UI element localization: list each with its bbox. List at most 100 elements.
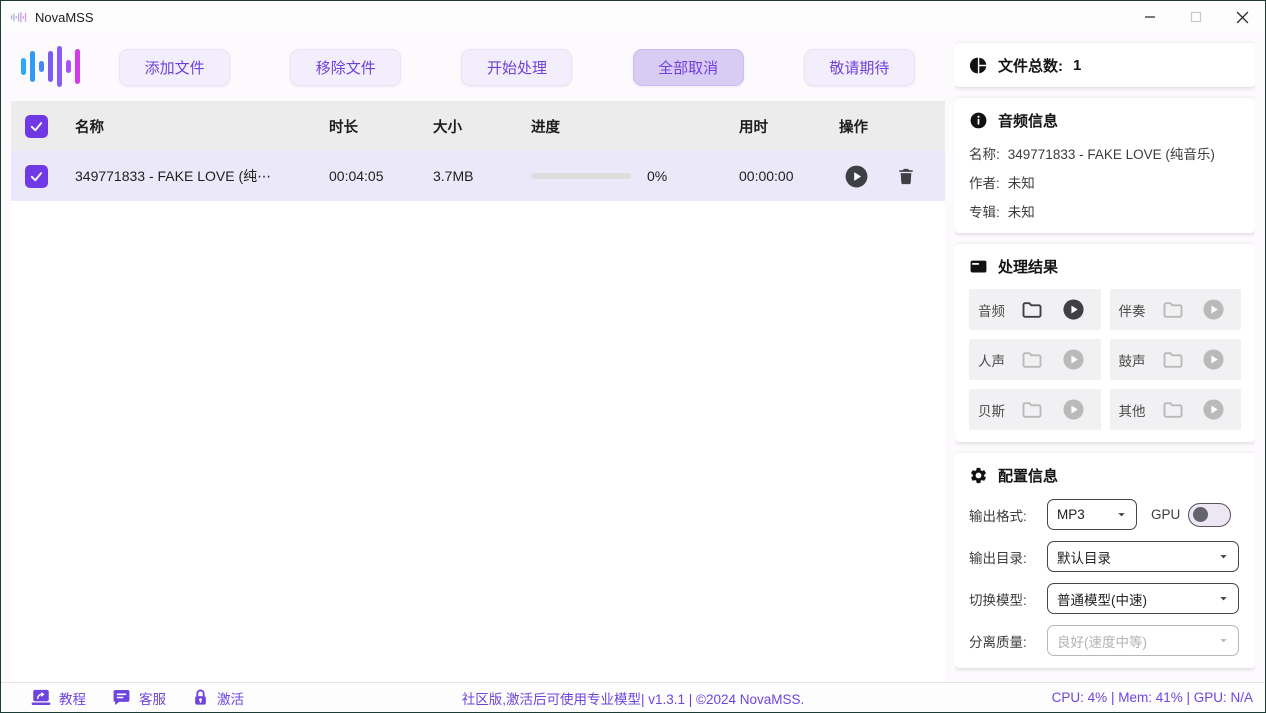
bass-folder-button[interactable] <box>1014 398 1051 422</box>
output-dir-select[interactable]: 默认目录 <box>1047 541 1239 572</box>
play-icon <box>1202 398 1225 421</box>
output-format-row: 输出格式: MP3 GPU <box>969 499 1241 530</box>
play-icon <box>1202 348 1225 371</box>
row-play-button[interactable] <box>844 164 869 189</box>
output-format-select[interactable]: MP3 <box>1047 499 1137 530</box>
minimize-button[interactable] <box>1127 1 1173 33</box>
header-name[interactable]: 名称 <box>75 116 329 137</box>
window-title: NovaMSS <box>35 10 94 25</box>
audio-name-row: 名称: 349771833 - FAKE LOVE (纯音乐) <box>969 143 1241 163</box>
audio-artist-label: 作者: <box>969 172 1000 192</box>
waveform-logo-icon <box>15 44 89 90</box>
header-time-used[interactable]: 用时 <box>739 116 839 137</box>
progress-label: 0% <box>647 168 667 184</box>
wallet-icon <box>969 257 988 276</box>
gpu-toggle[interactable] <box>1188 503 1231 527</box>
select-all-checkbox[interactable] <box>25 115 48 138</box>
bass-play-button[interactable] <box>1055 398 1092 421</box>
other-play-button[interactable] <box>1195 398 1232 421</box>
check-icon <box>29 119 44 134</box>
accompaniment-folder-button[interactable] <box>1155 298 1192 322</box>
support-link[interactable]: 客服 <box>112 688 166 708</box>
vocals-play-button[interactable] <box>1055 348 1092 371</box>
close-button[interactable] <box>1219 1 1265 33</box>
maximize-button[interactable] <box>1173 1 1219 33</box>
tutorial-icon <box>31 689 51 707</box>
pie-chart-icon <box>969 56 988 75</box>
cell-duration: 00:04:05 <box>329 168 433 184</box>
row-delete-button[interactable] <box>896 166 916 187</box>
toggle-thumb <box>1193 507 1208 522</box>
cell-file-name: 349771833 - FAKE LOVE (纯⋯ <box>75 166 329 186</box>
folder-icon <box>1020 298 1044 322</box>
audio-name-label: 名称: <box>969 143 1000 163</box>
quality-label: 分离质量: <box>969 631 1047 651</box>
accompaniment-play-button[interactable] <box>1195 298 1232 321</box>
coming-soon-button[interactable]: 敬请期待 <box>804 49 915 86</box>
maximize-icon <box>1190 11 1202 23</box>
remove-files-button[interactable]: 移除文件 <box>290 49 401 86</box>
chevron-down-icon <box>1116 509 1127 520</box>
drums-play-button[interactable] <box>1195 348 1232 371</box>
minimize-icon <box>1144 11 1156 23</box>
table-empty-area <box>11 201 945 682</box>
model-select[interactable]: 普通模型(中速) <box>1047 583 1239 614</box>
lock-icon <box>192 688 209 707</box>
config-card: 配置信息 输出格式: MP3 GPU <box>955 453 1255 668</box>
activate-link[interactable]: 激活 <box>192 688 244 708</box>
output-dir-label: 输出目录: <box>969 547 1047 567</box>
result-label: 其他 <box>1119 400 1151 420</box>
play-icon <box>1062 348 1085 371</box>
table-row[interactable]: 349771833 - FAKE LOVE (纯⋯ 00:04:05 3.7MB… <box>11 151 945 201</box>
result-tile-vocals: 人声 <box>969 339 1101 380</box>
check-icon <box>29 169 44 184</box>
chevron-down-icon <box>1218 593 1229 604</box>
info-icon <box>969 111 988 130</box>
result-tile-bass: 贝斯 <box>969 389 1101 430</box>
titlebar: NovaMSS <box>1 1 1265 33</box>
result-label: 人声 <box>978 350 1010 370</box>
system-stats: CPU: 4% | Mem: 41% | GPU: N/A <box>1052 690 1253 705</box>
audio-name-value: 349771833 - FAKE LOVE (纯音乐) <box>1008 143 1215 163</box>
app-window: NovaMSS <box>0 0 1266 713</box>
header-operations[interactable]: 操作 <box>839 116 945 137</box>
quality-row: 分离质量: 良好(速度中等) <box>969 625 1241 656</box>
header-duration[interactable]: 时长 <box>329 116 433 137</box>
output-dir-value: 默认目录 <box>1057 547 1111 567</box>
gpu-label: GPU <box>1151 507 1180 522</box>
audio-album-row: 专辑: 未知 <box>969 201 1241 221</box>
folder-icon <box>1161 298 1185 322</box>
chat-icon <box>112 688 131 707</box>
row-checkbox[interactable] <box>25 165 48 188</box>
audio-info-card: 音频信息 名称: 349771833 - FAKE LOVE (纯音乐) 作者:… <box>955 98 1255 233</box>
file-count-card: 文件总数: 1 <box>955 43 1255 87</box>
model-row: 切换模型: 普通模型(中速) <box>969 583 1241 614</box>
drums-folder-button[interactable] <box>1155 348 1192 372</box>
add-files-button[interactable]: 添加文件 <box>119 49 230 86</box>
file-count-label: 文件总数: <box>998 55 1063 76</box>
header-progress[interactable]: 进度 <box>531 116 739 137</box>
table-header: 名称 时长 大小 进度 用时 操作 <box>11 101 945 151</box>
progress-bar <box>531 173 631 179</box>
result-tile-accompaniment: 伴奏 <box>1110 289 1242 330</box>
tutorial-link[interactable]: 教程 <box>31 688 86 708</box>
audio-info-title: 音频信息 <box>998 110 1058 131</box>
cancel-all-button[interactable]: 全部取消 <box>633 49 744 86</box>
folder-icon <box>1161 348 1185 372</box>
play-icon <box>1202 298 1225 321</box>
vocals-folder-button[interactable] <box>1014 348 1051 372</box>
sidebar: 文件总数: 1 音频信息 名称: 349771833 - FAKE LOVE (… <box>955 33 1255 682</box>
start-processing-button[interactable]: 开始处理 <box>461 49 572 86</box>
model-label: 切换模型: <box>969 589 1047 609</box>
audio-folder-button[interactable] <box>1014 298 1051 322</box>
result-label: 伴奏 <box>1119 300 1151 320</box>
trash-icon <box>896 166 916 187</box>
activate-label: 激活 <box>217 688 244 708</box>
header-size[interactable]: 大小 <box>433 116 531 137</box>
result-label: 音频 <box>978 300 1010 320</box>
audio-album-value: 未知 <box>1008 201 1035 221</box>
other-folder-button[interactable] <box>1155 398 1192 422</box>
version-text: 社区版,激活后可使用专业模型| v1.3.1 | ©2024 NovaMSS. <box>462 688 805 708</box>
audio-play-button[interactable] <box>1055 298 1092 321</box>
statusbar: 教程 客服 激活 社区版,激活后可使用专业模型| v1 <box>1 682 1265 712</box>
